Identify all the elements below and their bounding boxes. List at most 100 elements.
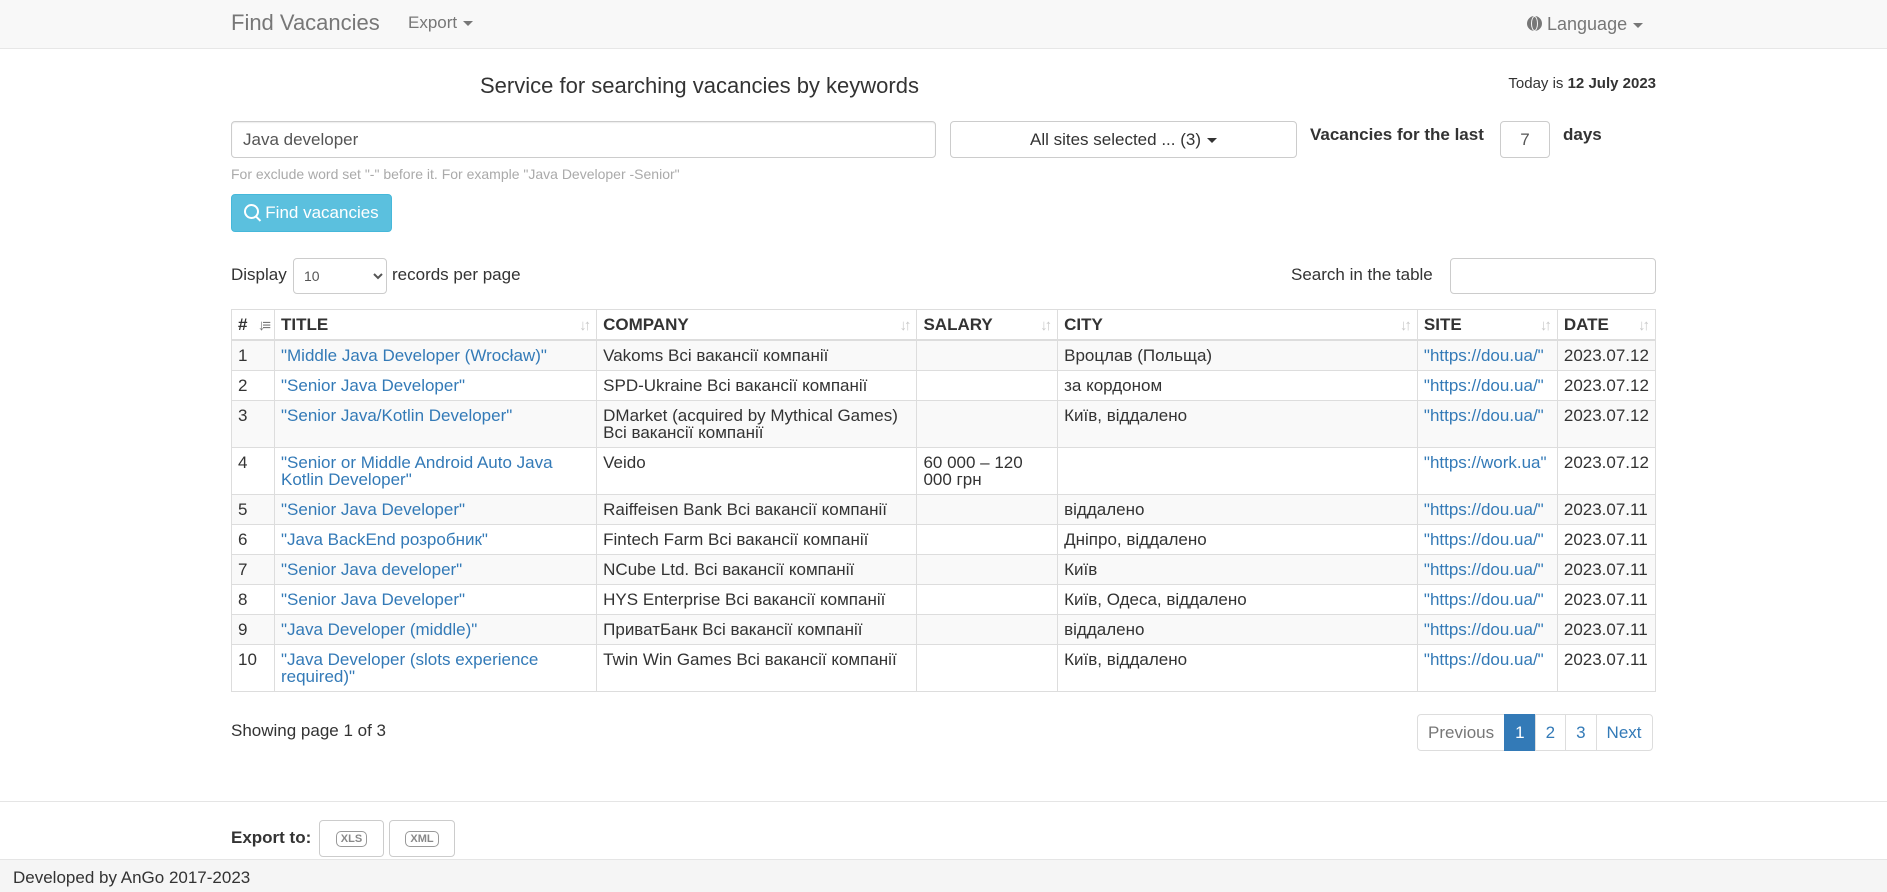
vacancy-title-link[interactable]: "Senior Java Developer" xyxy=(281,500,465,519)
cell-site: "https://dou.ua/" xyxy=(1416,584,1558,615)
cell-company: ПриватБанк Всі вакансії компанії xyxy=(596,614,918,645)
site-link[interactable]: "https://dou.ua/" xyxy=(1424,376,1544,395)
table-row: 8 "Senior Java Developer" HYS Enterprise… xyxy=(231,584,1657,615)
cell-title: "Senior Java Developer" xyxy=(273,370,598,401)
table-row: 6 "Java BackEnd розробник" Fintech Farm … xyxy=(231,524,1657,555)
display-label: Display xyxy=(231,265,287,284)
cell-site: "https://work.ua" xyxy=(1416,447,1558,495)
vacancy-title-link[interactable]: "Senior or Middle Android Auto Java Kotl… xyxy=(281,453,553,489)
site-link[interactable]: "https://dou.ua/" xyxy=(1424,650,1544,669)
cell-salary: 60 000 – 120 000 грн xyxy=(916,447,1059,495)
search-table-label: Search in the table xyxy=(1291,265,1433,284)
sites-dropdown-label: All sites selected ... (3) xyxy=(1029,130,1201,149)
find-vacancies-label: Find vacancies xyxy=(265,203,379,222)
column-header-label: # xyxy=(238,315,248,334)
cell-number: 8 xyxy=(231,584,275,615)
cell-number: 9 xyxy=(231,614,275,645)
vacancy-title-link[interactable]: "Senior Java/Kotlin Developer" xyxy=(281,406,512,425)
cell-number: 2 xyxy=(231,370,275,401)
cell-title: "Java BackEnd розробник" xyxy=(273,524,598,555)
days-input[interactable] xyxy=(1500,121,1550,158)
column-header-site[interactable]: SITE ↓↑ xyxy=(1416,309,1558,341)
cell-company: NCube Ltd. Всі вакансії компанії xyxy=(596,554,918,585)
cell-title: "Senior Java Developer" xyxy=(273,494,598,525)
cell-salary xyxy=(916,584,1059,615)
cell-site: "https://dou.ua/" xyxy=(1416,614,1558,645)
cell-salary xyxy=(916,370,1059,401)
column-header-title[interactable]: TITLE ↓↑ xyxy=(273,309,598,341)
site-link[interactable]: "https://dou.ua/" xyxy=(1424,590,1544,609)
vacancy-title-link[interactable]: "Java Developer (middle)" xyxy=(281,620,477,639)
footer: Developed by AnGo 2017-2023 xyxy=(0,859,1887,892)
column-header-company[interactable]: COMPANY ↓↑ xyxy=(596,309,918,341)
cell-salary xyxy=(916,494,1059,525)
previous-page-button[interactable]: Previous xyxy=(1417,714,1506,751)
cell-number: 3 xyxy=(231,400,275,448)
cell-salary xyxy=(916,554,1059,585)
vacancy-title-link[interactable]: "Senior Java developer" xyxy=(281,560,462,579)
cell-number: 4 xyxy=(231,447,275,495)
page-3-button[interactable]: 3 xyxy=(1565,714,1597,751)
footer-text: Developed by AnGo 2017-2023 xyxy=(13,868,251,887)
today-prefix: Today is xyxy=(1508,75,1564,92)
cell-date: 2023.07.11 xyxy=(1556,584,1657,615)
today-value: 12 July 2023 xyxy=(1567,75,1656,92)
vacancy-title-link[interactable]: "Senior Java Developer" xyxy=(281,376,465,395)
xml-file-icon: XML xyxy=(405,830,439,847)
cell-salary xyxy=(916,400,1059,448)
vacancy-title-link[interactable]: "Java BackEnd розробник" xyxy=(281,530,488,549)
cell-number: 5 xyxy=(231,494,275,525)
column-header-date[interactable]: DATE ↓↑ xyxy=(1556,309,1657,341)
site-link[interactable]: "https://dou.ua/" xyxy=(1424,530,1544,549)
site-link[interactable]: "https://dou.ua/" xyxy=(1424,620,1544,639)
sites-dropdown-button[interactable]: All sites selected ... (3) xyxy=(950,121,1297,158)
language-menu[interactable]: Language xyxy=(1527,14,1644,35)
cell-date: 2023.07.11 xyxy=(1556,644,1657,692)
keywords-input[interactable] xyxy=(231,121,936,158)
table-header-row: # ↓≡ TITLE ↓↑ COMPANY ↓↑ SALARY ↓↑ CITY ↓↑ SI… xyxy=(231,309,1657,341)
column-header-number[interactable]: # ↓≡ xyxy=(231,309,275,341)
vacancy-title-link[interactable]: "Java Developer (slots experience requir… xyxy=(281,650,538,686)
column-header-city[interactable]: CITY ↓↑ xyxy=(1057,309,1418,341)
page-title: Service for searching vacancies by keywo… xyxy=(480,73,919,98)
sort-icon: ↓↑ xyxy=(1399,317,1412,334)
export-xls-button[interactable]: XLS xyxy=(319,820,384,857)
search-table-input[interactable] xyxy=(1450,258,1656,294)
navbar: Find Vacancies Export Language xyxy=(0,0,1887,49)
cell-date: 2023.07.11 xyxy=(1556,494,1657,525)
site-link[interactable]: "https://dou.ua/" xyxy=(1424,560,1544,579)
vacancy-title-link[interactable]: "Middle Java Developer (Wrocław)" xyxy=(281,346,547,365)
sort-icon: ↓↑ xyxy=(899,317,911,334)
cell-title: "Senior or Middle Android Auto Java Kotl… xyxy=(273,447,598,495)
page-1-button[interactable]: 1 xyxy=(1504,714,1536,751)
export-menu[interactable]: Export xyxy=(408,13,474,33)
site-link[interactable]: "https://dou.ua/" xyxy=(1424,500,1544,519)
cell-city: Київ, віддалено xyxy=(1057,400,1418,448)
brand-link[interactable]: Find Vacancies xyxy=(231,10,380,36)
site-link[interactable]: "https://dou.ua/" xyxy=(1424,346,1544,365)
cell-city: Київ, Одеса, віддалено xyxy=(1057,584,1418,615)
cell-number: 1 xyxy=(231,339,275,371)
language-menu-label: Language xyxy=(1547,14,1628,34)
site-link[interactable]: "https://work.ua" xyxy=(1424,453,1547,472)
cell-number: 6 xyxy=(231,524,275,555)
cell-site: "https://dou.ua/" xyxy=(1416,644,1558,692)
cell-salary xyxy=(916,524,1059,555)
vacancies-last-label: Vacancies for the last xyxy=(1310,125,1484,144)
cell-title: "Senior Java developer" xyxy=(273,554,598,585)
cell-title: "Java Developer (middle)" xyxy=(273,614,598,645)
column-header-salary[interactable]: SALARY ↓↑ xyxy=(916,309,1059,341)
site-link[interactable]: "https://dou.ua/" xyxy=(1424,406,1544,425)
vacancy-title-link[interactable]: "Senior Java Developer" xyxy=(281,590,465,609)
cell-city: віддалено xyxy=(1057,494,1418,525)
cell-company: Veido xyxy=(596,447,918,495)
cell-date: 2023.07.11 xyxy=(1556,614,1657,645)
cell-site: "https://dou.ua/" xyxy=(1416,554,1558,585)
find-vacancies-button[interactable]: Find vacancies xyxy=(231,194,392,232)
records-per-page-select[interactable]: 10 xyxy=(293,258,387,294)
cell-site: "https://dou.ua/" xyxy=(1416,524,1558,555)
next-page-button[interactable]: Next xyxy=(1595,714,1653,751)
page-2-button[interactable]: 2 xyxy=(1534,714,1567,751)
cell-company: DMarket (acquired by Mythical Games) Всі… xyxy=(596,400,918,448)
export-xml-button[interactable]: XML xyxy=(389,820,455,857)
